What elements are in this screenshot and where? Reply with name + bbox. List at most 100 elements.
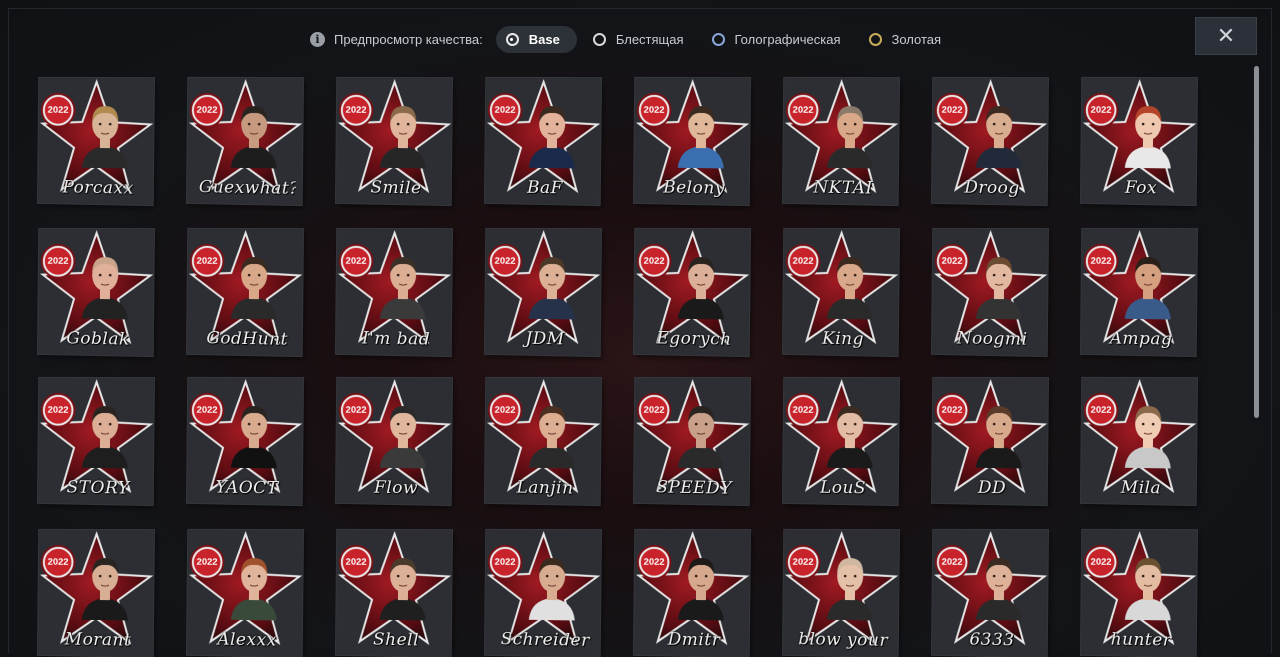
sticker-card[interactable]: 2022 Fox [1081, 78, 1197, 205]
player-signature: Smile [348, 177, 445, 199]
sticker-card[interactable]: 2022 6333 [932, 530, 1048, 657]
quality-option-label: Base [529, 32, 560, 47]
player-portrait [380, 96, 427, 169]
player-signature: Noogmi [944, 328, 1041, 350]
player-signature: blow your [795, 629, 892, 651]
player-portrait [231, 247, 278, 320]
player-signature: King [795, 328, 892, 350]
radio-icon [712, 33, 725, 46]
player-signature: Morant [50, 629, 147, 651]
player-signature: BaF [497, 177, 594, 199]
close-icon: ✕ [1217, 23, 1235, 49]
quality-option-gold[interactable]: Золотая [859, 26, 954, 53]
player-signature: I'm bad [348, 328, 445, 350]
sticker-card[interactable]: 2022 BaF [485, 78, 601, 205]
player-signature: Flow [348, 477, 445, 499]
sticker-card[interactable]: 2022 Droog [932, 78, 1048, 205]
player-signature: Droog [944, 177, 1041, 199]
quality-option-label: Голографическая [735, 32, 841, 47]
player-signature: Lanjin [497, 477, 594, 499]
top-bar: i Предпросмотр качества: Base Блестящая … [0, 0, 1280, 80]
player-signature: Dmitr [646, 629, 743, 651]
sticker-card[interactable]: 2022 GodHunt [187, 229, 303, 356]
player-signature: Goblak [50, 328, 147, 350]
sticker-card[interactable]: 2022 Smile [336, 78, 452, 205]
player-signature: JDM [497, 328, 594, 350]
player-portrait [976, 247, 1023, 320]
player-signature: Egorych [646, 328, 743, 350]
close-button[interactable]: ✕ [1195, 17, 1257, 55]
sticker-card[interactable]: 2022 Egorych [634, 229, 750, 356]
sticker-card[interactable]: 2022 Flow [336, 378, 452, 505]
player-signature: NKTAI [795, 177, 892, 199]
sticker-card[interactable]: 2022 YAOCT [187, 378, 303, 505]
sticker-card[interactable]: 2022 Ampag [1081, 229, 1197, 356]
player-portrait [678, 548, 725, 621]
sticker-card[interactable]: 2022 Guexwhat? [187, 78, 303, 205]
radio-icon [506, 33, 519, 46]
player-portrait [678, 96, 725, 169]
player-portrait [82, 396, 129, 469]
sticker-card[interactable]: 2022 Morant [38, 530, 154, 657]
sticker-card[interactable]: 2022 LouS [783, 378, 899, 505]
quality-option-holo[interactable]: Голографическая [702, 26, 853, 53]
sticker-card[interactable]: 2022 Mila [1081, 378, 1197, 505]
quality-option-shiny[interactable]: Блестящая [583, 26, 696, 53]
player-portrait [529, 548, 576, 621]
sticker-card[interactable]: 2022 Lanjin [485, 378, 601, 505]
sticker-card[interactable]: 2022 blow your [783, 530, 899, 657]
sticker-card[interactable]: 2022 Porcaxx [38, 78, 154, 205]
quality-option-label: Блестящая [616, 32, 684, 47]
scrollbar[interactable] [1254, 66, 1259, 418]
player-signature: Fox [1093, 177, 1190, 199]
player-portrait [976, 96, 1023, 169]
player-signature: 6333 [944, 629, 1041, 651]
sticker-card[interactable]: 2022 Goblak [38, 229, 154, 356]
sticker-card[interactable]: 2022 JDM [485, 229, 601, 356]
player-signature: SPEEDY [646, 477, 743, 499]
player-signature: Porcaxx [50, 177, 147, 199]
sticker-card[interactable]: 2022 DD [932, 378, 1048, 505]
player-portrait [380, 548, 427, 621]
player-portrait [380, 396, 427, 469]
info-icon[interactable]: i [310, 32, 325, 47]
sticker-card[interactable]: 2022 Dmitr [634, 530, 750, 657]
player-signature: GodHunt [199, 328, 296, 350]
sticker-card[interactable]: 2022 NKTAI [783, 78, 899, 205]
sticker-card[interactable]: 2022 SPEEDY [634, 378, 750, 505]
sticker-card[interactable]: 2022 King [783, 229, 899, 356]
player-signature: Mila [1093, 477, 1190, 499]
player-portrait [976, 548, 1023, 621]
sticker-card[interactable]: 2022 Shell [336, 530, 452, 657]
player-portrait [231, 96, 278, 169]
player-portrait [231, 548, 278, 621]
player-portrait [1125, 548, 1172, 621]
sticker-card[interactable]: 2022 Noogmi [932, 229, 1048, 356]
sticker-card[interactable]: 2022 I'm bad [336, 229, 452, 356]
sticker-card[interactable]: 2022 Belony [634, 78, 750, 205]
player-signature: LouS [795, 477, 892, 499]
player-portrait [827, 396, 874, 469]
player-portrait [529, 247, 576, 320]
sticker-card[interactable]: 2022 hunter [1081, 530, 1197, 657]
player-signature: Ampag [1093, 328, 1190, 350]
player-signature: Alexxx [199, 629, 296, 651]
player-portrait [827, 247, 874, 320]
player-portrait [1125, 96, 1172, 169]
player-signature: YAOCT [199, 477, 296, 499]
player-signature: Belony [646, 177, 743, 199]
player-portrait [678, 247, 725, 320]
player-portrait [827, 548, 874, 621]
player-signature: Guexwhat? [199, 177, 296, 199]
player-portrait [827, 96, 874, 169]
sticker-card[interactable]: 2022 Schreider [485, 530, 601, 657]
quality-option-base[interactable]: Base [496, 26, 577, 53]
player-signature: Schreider [497, 629, 594, 651]
sticker-card[interactable]: 2022 STORY [38, 378, 154, 505]
player-portrait [976, 396, 1023, 469]
quality-preview-label: Предпросмотр качества: [334, 32, 483, 47]
sticker-card[interactable]: 2022 Alexxx [187, 530, 303, 657]
player-signature: hunter [1093, 629, 1190, 651]
radio-icon [593, 33, 606, 46]
player-portrait [82, 247, 129, 320]
